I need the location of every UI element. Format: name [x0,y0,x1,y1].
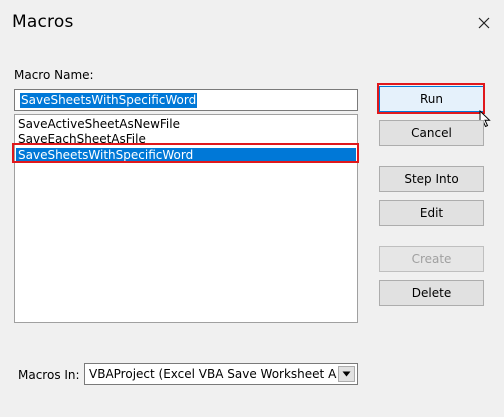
selection-highlight-box [12,143,359,163]
macro-name-label: Macro Name: [14,68,94,82]
dropdown-arrow-icon[interactable] [338,366,355,382]
edit-button[interactable]: Edit [379,200,484,226]
macros-in-label: Macros In: [18,368,80,382]
close-icon[interactable] [475,14,493,32]
cancel-button[interactable]: Cancel [379,120,484,146]
delete-button[interactable]: Delete [379,280,484,306]
macros-in-value: VBAProject (Excel VBA Save Worksheet As [89,367,337,381]
macros-in-select[interactable]: VBAProject (Excel VBA Save Worksheet As [84,363,358,385]
dialog-title: Macros [12,12,74,32]
macro-name-input[interactable]: SaveSheetsWithSpecificWord [14,89,358,111]
create-button[interactable]: Create [379,246,484,272]
step-into-button[interactable]: Step Into [379,166,484,192]
macro-name-selected-text: SaveSheetsWithSpecificWord [20,93,198,108]
title-bar [0,0,504,48]
list-item[interactable]: SaveActiveSheetAsNewFile [18,117,180,132]
run-highlight-box [377,83,485,114]
